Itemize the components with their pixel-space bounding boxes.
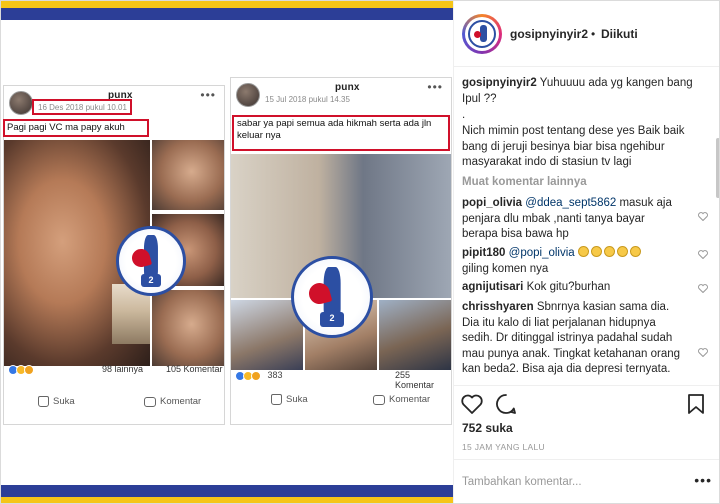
fb-author-name: punx (335, 82, 360, 93)
wow-reaction-icon (24, 364, 34, 375)
comment-username-link[interactable]: pipit180 (462, 247, 505, 259)
likes-count[interactable]: 752 suka (462, 421, 513, 435)
separator-dot: • (591, 27, 596, 41)
comments-scrollbar[interactable] (716, 138, 719, 198)
comment-count: 255 Komentar (395, 370, 435, 390)
bottom-blue-stripe (1, 485, 453, 497)
fb-comment-label: Komentar (160, 396, 202, 407)
more-options-icon: ••• (427, 80, 443, 94)
comment-item: pipit180 @popi_olivia giling komen nya (462, 246, 682, 277)
video-call-photo-small-3 (152, 290, 224, 366)
post-action-bar (454, 385, 719, 421)
comment-like-heart-icon[interactable] (698, 284, 708, 293)
like-heart-icon[interactable] (460, 392, 484, 416)
photo-grid-1 (231, 300, 303, 370)
fb-post-date: 15 Jul 2018 pukul 14.35 (265, 95, 350, 104)
watermark-logo: 2 (116, 226, 186, 296)
comment-bubble-icon (144, 396, 156, 407)
fb-like-button: Suka (38, 396, 75, 407)
more-options-icon[interactable]: ••• (694, 472, 712, 488)
avatar[interactable] (462, 14, 502, 54)
laughing-emoji-icon (577, 246, 589, 257)
fb-comment-label: Komentar (389, 394, 431, 405)
fb-comment-button: Komentar (373, 394, 430, 405)
emoji-row (577, 246, 643, 259)
reaction-icons (8, 364, 34, 375)
thumbs-up-icon (271, 394, 282, 405)
video-call-photo-small-1 (152, 140, 224, 210)
reaction-count: 383 (267, 370, 283, 380)
load-more-comments-button[interactable]: Muat komentar lainnya (462, 176, 587, 188)
post-sidebar: gosipnyinyir2 • Diikuti gosipnyinyir2 Yu… (453, 1, 719, 503)
laughing-emoji-icon (629, 246, 641, 257)
comment-count: 105 Komentar (166, 364, 223, 374)
fb-like-label: Suka (53, 396, 75, 407)
comment-username-link[interactable]: chrisshyaren (462, 301, 534, 313)
facebook-post-screenshot-1: punx 16 Des 2018 pukul 10.01 ••• Pagi pa… (3, 85, 225, 425)
bottom-yellow-stripe (1, 497, 453, 503)
account-username-link[interactable]: gosipnyinyir2 (510, 27, 588, 41)
add-comment-bar: ••• (454, 459, 719, 503)
caption-dot: . (462, 109, 466, 121)
laughing-emoji-icon (603, 246, 615, 257)
comment-bubble-icon (373, 394, 385, 405)
date-highlight-box (32, 99, 132, 115)
thumbs-up-icon (38, 396, 49, 407)
laughing-emoji-icon (616, 246, 628, 257)
wow-reaction-icon (251, 370, 261, 381)
comment-mention-link[interactable]: @ddea_sept5862 (525, 197, 616, 209)
reaction-count: 98 lainnya (102, 364, 144, 374)
instagram-post-view: punx 16 Des 2018 pukul 10.01 ••• Pagi pa… (0, 0, 720, 504)
comment-item: agnijutisari Kok gitu?burhan (462, 280, 682, 296)
comments-list[interactable]: gosipnyinyir2 Yuhuuuu ada yg kangen bang… (454, 68, 719, 378)
fb-like-label: Suka (286, 394, 308, 405)
comment-text: giling komen nya (462, 262, 549, 275)
comment-username-link[interactable]: agnijutisari (462, 281, 523, 293)
comment-text: Kok gitu?burhan (526, 281, 611, 293)
fb-comment-button: Komentar (144, 396, 201, 407)
avatar (9, 91, 33, 115)
fb-post-caption: sabar ya papi semua ada hikmah serta ada… (237, 118, 432, 141)
following-status-button[interactable]: Diikuti (601, 27, 638, 41)
facebook-post-screenshot-2: punx 15 Jul 2018 pukul 14.35 ••• sabar y… (230, 77, 452, 425)
top-yellow-stripe (1, 1, 453, 8)
watermark-logo: 2 (291, 256, 373, 338)
comment-like-heart-icon[interactable] (698, 212, 708, 221)
comment-like-heart-icon[interactable] (698, 348, 708, 357)
comment-like-heart-icon[interactable] (698, 250, 708, 259)
avatar (236, 83, 260, 107)
photo-grid-3 (379, 300, 451, 370)
more-options-icon: ••• (200, 88, 216, 102)
comment-username-link[interactable]: popi_olivia (462, 197, 522, 209)
post-image[interactable]: punx 16 Des 2018 pukul 10.01 ••• Pagi pa… (1, 1, 453, 503)
comment-bubble-icon[interactable] (494, 392, 518, 416)
account-logo-icon (468, 20, 496, 48)
comment-item: chrisshyaren Sbnrnya kasian sama dia. Di… (462, 300, 682, 378)
top-blue-stripe (1, 8, 453, 20)
comment-mention-link[interactable]: @popi_olivia (509, 247, 575, 259)
caption-body: Nich mimin post tentang dese yes Baik ba… (462, 125, 685, 168)
post-timestamp: 15 JAM YANG LALU (462, 442, 545, 452)
fb-post-header: punx 15 Jul 2018 pukul 14.35 ••• (231, 78, 451, 112)
add-comment-input[interactable] (462, 472, 662, 492)
fb-post-footer: 98 lainnya 105 Komentar Suka Komentar (4, 360, 224, 424)
caption-username-link[interactable]: gosipnyinyir2 (462, 77, 537, 89)
fb-like-button: Suka (271, 394, 308, 405)
post-caption: gosipnyinyir2 Yuhuuuu ada yg kangen bang… (462, 76, 708, 107)
laughing-emoji-icon (590, 246, 602, 257)
fb-post-footer: 383 255 Komentar Suka Komentar (231, 366, 451, 424)
post-header: gosipnyinyir2 • Diikuti (454, 1, 719, 67)
reaction-icons: 383 (235, 370, 283, 381)
fb-post-caption: Pagi pagi VC ma papy akuh (7, 122, 125, 133)
comment-item: popi_olivia @ddea_sept5862 masuk aja pen… (462, 196, 682, 243)
bookmark-icon[interactable] (684, 392, 708, 416)
